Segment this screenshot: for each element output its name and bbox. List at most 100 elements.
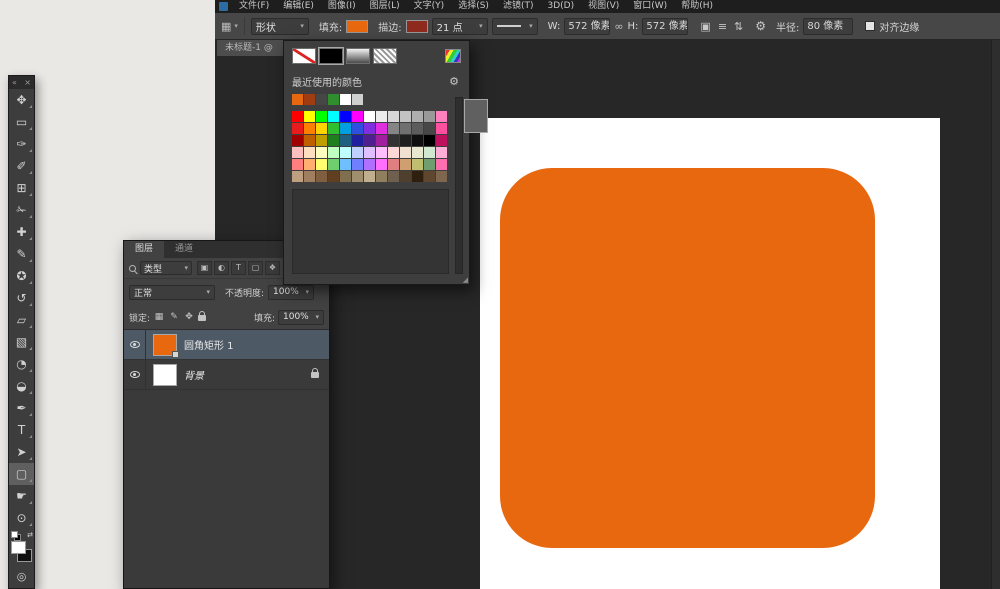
color-swatch[interactable] [304, 123, 315, 134]
document-canvas[interactable] [480, 118, 940, 589]
color-swatch[interactable] [340, 159, 351, 170]
color-swatch[interactable] [388, 159, 399, 170]
color-swatch[interactable] [304, 147, 315, 158]
color-swatch[interactable] [316, 123, 327, 134]
fill-color-swatch[interactable] [346, 20, 368, 33]
color-swatch[interactable] [352, 171, 363, 182]
visibility-toggle[interactable] [124, 330, 146, 359]
color-swatch[interactable] [352, 123, 363, 134]
stroke-style-select[interactable]: ▾ [492, 18, 538, 35]
color-swatch[interactable] [304, 111, 315, 122]
path-selection-tool-icon[interactable]: ➤ [9, 441, 34, 463]
solid-color-button[interactable] [319, 48, 343, 64]
recent-color-swatch[interactable] [352, 94, 363, 105]
picker-scrollbar[interactable] [455, 97, 463, 274]
color-swatch[interactable] [328, 147, 339, 158]
color-swatch[interactable] [424, 111, 435, 122]
menu-item[interactable]: 编辑(E) [276, 0, 321, 13]
color-swatch[interactable] [364, 147, 375, 158]
color-swatch[interactable] [328, 171, 339, 182]
color-swatch[interactable] [352, 159, 363, 170]
color-swatch[interactable] [436, 147, 447, 158]
filter-shape-layers-icon[interactable]: ▢ [248, 261, 263, 275]
color-swatch[interactable] [412, 159, 423, 170]
opacity-select[interactable]: 100%▾ [268, 285, 314, 300]
menu-item[interactable]: 选择(S) [451, 0, 496, 13]
lock-image-pixels-icon[interactable]: ✎ [168, 312, 180, 322]
pattern-fill-button[interactable] [373, 48, 397, 64]
color-swatch[interactable] [304, 135, 315, 146]
menu-item[interactable]: 文字(Y) [407, 0, 452, 13]
color-swatch[interactable] [292, 111, 303, 122]
tool-mode-select[interactable]: 形状▾ [251, 18, 309, 35]
picker-scrollbar-thumb[interactable] [464, 99, 488, 133]
height-input[interactable]: 572 像素 [642, 18, 688, 35]
visibility-toggle[interactable] [124, 360, 146, 389]
lock-all-icon[interactable] [198, 315, 206, 321]
color-swatch[interactable] [340, 147, 351, 158]
path-alignment-icon[interactable]: ≡ [718, 20, 727, 33]
lock-position-icon[interactable]: ✥ [183, 312, 195, 322]
color-swatch[interactable] [376, 159, 387, 170]
recent-color-swatch[interactable] [292, 94, 303, 105]
color-picker-button[interactable] [445, 49, 461, 63]
menu-item[interactable]: 滤镜(T) [496, 0, 541, 13]
color-swatch[interactable] [436, 135, 447, 146]
color-swatch[interactable] [316, 147, 327, 158]
color-swatch[interactable] [376, 171, 387, 182]
color-swatch[interactable] [388, 147, 399, 158]
panel-tab[interactable]: 通道 [164, 241, 204, 258]
brush-tool-icon[interactable]: ✎ [9, 243, 34, 265]
rounded-rect-shape[interactable] [500, 168, 875, 548]
color-swatch[interactable] [340, 111, 351, 122]
crop-tool-icon[interactable]: ⊞ [9, 177, 34, 199]
clone-stamp-tool-icon[interactable]: ✪ [9, 265, 34, 287]
color-swatch[interactable] [352, 147, 363, 158]
layer-thumbnail[interactable] [153, 364, 177, 386]
color-swatch[interactable] [400, 111, 411, 122]
gear-icon[interactable]: ⚙ [755, 19, 766, 33]
menu-item[interactable]: 视图(V) [581, 0, 626, 13]
filter-adjustment-layers-icon[interactable]: ◐ [214, 261, 229, 275]
resize-grip-icon[interactable]: ◢ [463, 276, 468, 284]
no-color-button[interactable] [292, 48, 316, 64]
quick-selection-tool-icon[interactable]: ✐ [9, 155, 34, 177]
color-swatch[interactable] [328, 135, 339, 146]
filter-type-layers-icon[interactable]: T [231, 261, 246, 275]
color-swatch[interactable] [340, 171, 351, 182]
blur-tool-icon[interactable]: ◔ [9, 353, 34, 375]
color-swatch[interactable] [436, 171, 447, 182]
color-swatch[interactable] [388, 111, 399, 122]
menu-item[interactable]: 图层(L) [363, 0, 407, 13]
color-swatch[interactable] [316, 159, 327, 170]
radius-input[interactable]: 80 像素 [803, 18, 853, 35]
color-swatch[interactable] [388, 171, 399, 182]
color-swatch[interactable] [364, 171, 375, 182]
color-swatch[interactable] [424, 171, 435, 182]
color-swatch[interactable] [328, 111, 339, 122]
color-swatch[interactable] [424, 159, 435, 170]
document-tab[interactable]: 未标题-1 @ [217, 40, 283, 56]
color-swatch[interactable] [316, 111, 327, 122]
dodge-tool-icon[interactable]: ◒ [9, 375, 34, 397]
color-swatch[interactable] [364, 135, 375, 146]
color-swatch[interactable] [400, 135, 411, 146]
move-tool-icon[interactable]: ✥ [9, 89, 34, 111]
color-swatch[interactable] [376, 147, 387, 158]
color-swatch[interactable] [352, 135, 363, 146]
color-swatch[interactable] [304, 159, 315, 170]
rectangular-marquee-tool-icon[interactable]: ▭ [9, 111, 34, 133]
panel-tab[interactable]: 图层 [124, 241, 164, 258]
menu-item[interactable]: 窗口(W) [626, 0, 674, 13]
color-swatch[interactable] [328, 123, 339, 134]
color-swatch[interactable] [436, 111, 447, 122]
path-arrange-icon[interactable]: ⇅ [734, 20, 743, 33]
color-swatch[interactable] [292, 135, 303, 146]
zoom-tool-icon[interactable]: ⊙ [9, 507, 34, 529]
recent-color-swatch[interactable] [340, 94, 351, 105]
lasso-tool-icon[interactable]: ✑ [9, 133, 34, 155]
tool-preset-icon[interactable]: ▦▾ [221, 20, 238, 33]
recent-color-swatch[interactable] [304, 94, 315, 105]
tools-panel-header[interactable]: « × [9, 76, 34, 89]
color-swatch[interactable] [352, 111, 363, 122]
